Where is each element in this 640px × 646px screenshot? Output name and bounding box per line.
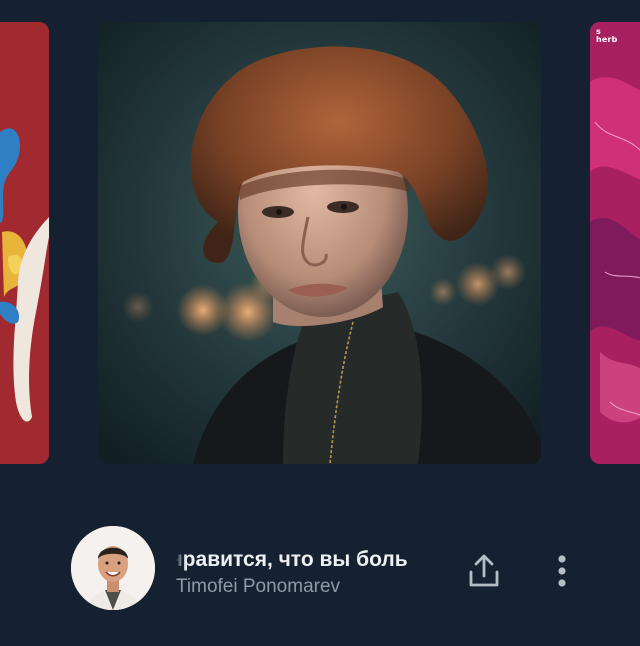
author-name[interactable]: Timofei Ponomarev [176,576,340,598]
more-options-button[interactable] [545,550,579,592]
share-icon [469,554,499,587]
author-avatar-image [71,526,155,610]
carousel-card-current[interactable] [98,22,541,464]
share-button[interactable] [463,550,505,592]
track-title: нравится, что вы боль [176,548,408,571]
track-title-container[interactable]: нравится, что вы боль [176,546,444,574]
carousel-card-previous[interactable] [0,22,49,464]
app-screen: s herb нравится, что вы боль Timofei Pono… [0,0,640,646]
portrait-image [98,22,541,464]
author-avatar[interactable] [71,526,155,610]
carousel-card-next[interactable]: s herb [590,22,640,464]
watermark-logo: s herb [596,27,618,44]
abstract-painting-image [590,22,640,464]
abstract-illustration-image [0,22,49,464]
more-vertical-icon [558,555,566,587]
